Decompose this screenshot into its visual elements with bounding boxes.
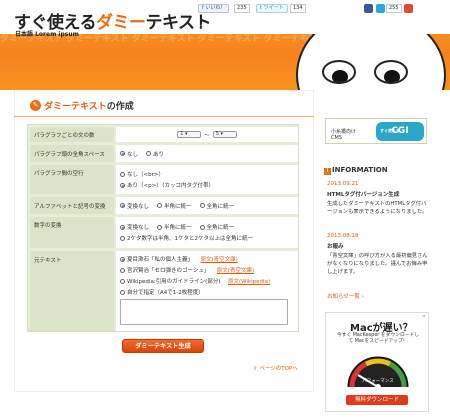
source-wikipedia-link[interactable]: 原文(Wikipedia) <box>228 277 270 285</box>
num-none-radio[interactable]: 変換なし <box>120 223 149 231</box>
hatena-bookmark-icon[interactable] <box>376 4 385 13</box>
label-numbers: 数字の変換 <box>30 217 114 248</box>
alnum-none-radio[interactable]: 変換なし <box>120 202 149 210</box>
news-title[interactable]: HTMLタグ付バージョン生成 <box>327 190 399 198</box>
ad-close-icon[interactable]: ✕ <box>422 314 426 320</box>
generate-button[interactable]: ダミーテキスト生成 <box>122 339 204 353</box>
row-numbers: 数字の変換 変換なし 半角に統一 全角に統一 2ケタ数字は半角、1ケタと2ケタ以… <box>30 217 298 248</box>
chevron-right-icon: › <box>361 294 364 300</box>
information-heading: i INFORMATION <box>324 166 388 175</box>
label-alnum: アルファベットと記号の変換 <box>30 197 114 214</box>
title-rest: の作成 <box>106 102 134 112</box>
num-full-radio[interactable]: 全角に統一 <box>199 223 234 231</box>
right-eye-icon <box>374 60 408 84</box>
news-body: 「青空文庫」の呼び方が入る最初偏見さんがなくなりになりました。謹んでお悔み申し上… <box>327 253 428 275</box>
num-mixed-radio[interactable]: 2ケタ数字は半角、1ケタと2ケタ以上は全角に統一 <box>120 234 294 242</box>
custom-text-area[interactable] <box>120 299 288 325</box>
alnum-full-radio[interactable]: 全角に統一 <box>199 202 234 210</box>
source-kenji-radio[interactable]: 宮沢賢治「セロ弾きのゴーシュ」 原文(青空文庫) <box>120 266 294 274</box>
label-paragraph-space: パラグラフ頭の全角スペース <box>30 145 114 162</box>
page-top-link[interactable]: ⇧ ページのTOPへ <box>253 364 298 372</box>
nav-item-operator[interactable]: 運営者 <box>352 22 378 32</box>
label-paragraph-count: パラグラフごとの文の数 <box>30 127 114 142</box>
ad2-subtitle: 今すぐ MacKeeper をダウンロードして Macをスピードアップ！ <box>336 333 420 344</box>
range-tilde: 〜 <box>204 132 210 139</box>
ad1-text2: CMS <box>331 135 342 141</box>
nav-item-create[interactable]: ダミーテキストの作成 <box>196 22 256 32</box>
nav-item-disclaimer[interactable]: 免責事項 <box>406 22 437 32</box>
title-divider <box>14 116 314 117</box>
source-soseki-radio[interactable]: 夏目漱石「私の個人主義」 原文(青空文庫) <box>120 255 294 263</box>
row-paragraph-break: パラグラフ間の空行 なし（<br>） あり（<p>）（カッコ内タグ付帯） <box>30 165 298 194</box>
cgi-logo: すぐ使える CGI <box>376 122 424 141</box>
page-title: ✎ ダミーテキストの作成 <box>14 98 314 114</box>
nav-item-news[interactable]: お知らせ <box>377 22 407 32</box>
tweet-label: ツイート <box>263 5 284 11</box>
row-paragraph-count: パラグラフごとの文の数 1 ▾ 〜 5 ▾ <box>30 127 298 142</box>
news-date: 2013.09.21 <box>327 181 359 187</box>
num-half-radio[interactable]: 半角に統一 <box>157 223 192 231</box>
label-paragraph-break: パラグラフ間の空行 <box>30 165 114 194</box>
space-none-radio[interactable]: なし <box>120 150 138 158</box>
source-kenji-link[interactable]: 原文(青空文庫) <box>217 266 254 274</box>
source-custom-radio[interactable]: 自分で指定（A4で1-2枚程度） <box>120 288 294 296</box>
mackeeper-ad[interactable]: ✕ Macが遅い？ 今すぐ MacKeeper をダウンロードして Macをスピ… <box>325 312 429 412</box>
news-title[interactable]: お報み <box>327 242 344 250</box>
hatena-count: 255 <box>386 4 402 13</box>
news-body: 生成したダミーテキストのHTMLタグ付バージョンも表示できるようになりました。 <box>327 201 428 215</box>
google-plus-icon[interactable] <box>404 4 413 13</box>
source-wikipedia-radio[interactable]: Wikipedia:引用のガイドライン(部分) 原文(Wikipedia) <box>120 277 294 285</box>
pencil-icon: ✎ <box>30 100 41 111</box>
facebook-like-count: 235 <box>234 4 250 13</box>
dummy-text-form: パラグラフごとの文の数 1 ▾ 〜 5 ▾ パラグラフ頭の全角スペース なし あ… <box>27 124 299 332</box>
facebook-share-icon[interactable] <box>364 4 373 13</box>
news-date: 2013.08.18 <box>327 233 359 239</box>
free-download-button[interactable]: 無料ダウンロード <box>346 395 408 405</box>
max-sentences-select[interactable]: 5 ▾ <box>212 131 237 138</box>
break-none-radio[interactable]: なし（<br>） <box>120 170 294 178</box>
logo-highlight: ダミー <box>96 13 146 33</box>
facebook-like-button[interactable]: f いいね！ <box>198 4 230 13</box>
min-sentences-select[interactable]: 1 ▾ <box>177 131 202 138</box>
facebook-like-label: いいね！ <box>205 5 226 11</box>
source-soseki-link[interactable]: 原文(青空文庫) <box>201 255 238 263</box>
tweet-button[interactable]: t ツイート <box>256 4 288 13</box>
header: ダミーテキスト ダミーテキスト ダミーテキスト ダミーテキスト ダミーテキスト … <box>0 0 450 90</box>
cgi-banner-ad[interactable]: 小糸橋向け CMS すぐ使える CGI <box>325 118 427 144</box>
logo-subtitle: 日本語 Lorem ipsum <box>15 31 79 38</box>
left-eye-icon <box>322 60 356 84</box>
speed-gauge-icon: パフォーマンス <box>347 356 409 390</box>
row-alnum: アルファベットと記号の変換 変換なし 半角に統一 全角に統一 <box>30 197 298 214</box>
space-yes-radio[interactable]: あり <box>146 150 164 158</box>
ad2-title: Macが遅い？ <box>350 323 413 334</box>
row-source: 元テキスト 夏目漱石「私の個人主義」 原文(青空文庫) 宮沢賢治「セロ弾きのゴー… <box>30 251 298 331</box>
label-source: 元テキスト <box>30 251 114 331</box>
row-paragraph-space: パラグラフ頭の全角スペース なし あり <box>30 145 298 162</box>
gauge-label: パフォーマンス <box>362 378 394 384</box>
news-list-link[interactable]: お知らせ一覧 › <box>327 292 364 300</box>
break-yes-radio[interactable]: あり（<p>）（カッコ内タグ付帯） <box>120 181 294 189</box>
title-accent: ダミーテキスト <box>44 102 107 112</box>
nav-item-about[interactable]: 「すぐ使えるダミーテキスト」とは？ <box>255 22 353 32</box>
info-icon: i <box>324 168 331 175</box>
alnum-half-radio[interactable]: 半角に統一 <box>157 202 192 210</box>
global-nav: ダミーテキストの作成 「すぐ使えるダミーテキスト」とは？ 運営者 お知らせ 免責… <box>196 22 437 32</box>
tweet-count: 134 <box>290 4 306 13</box>
